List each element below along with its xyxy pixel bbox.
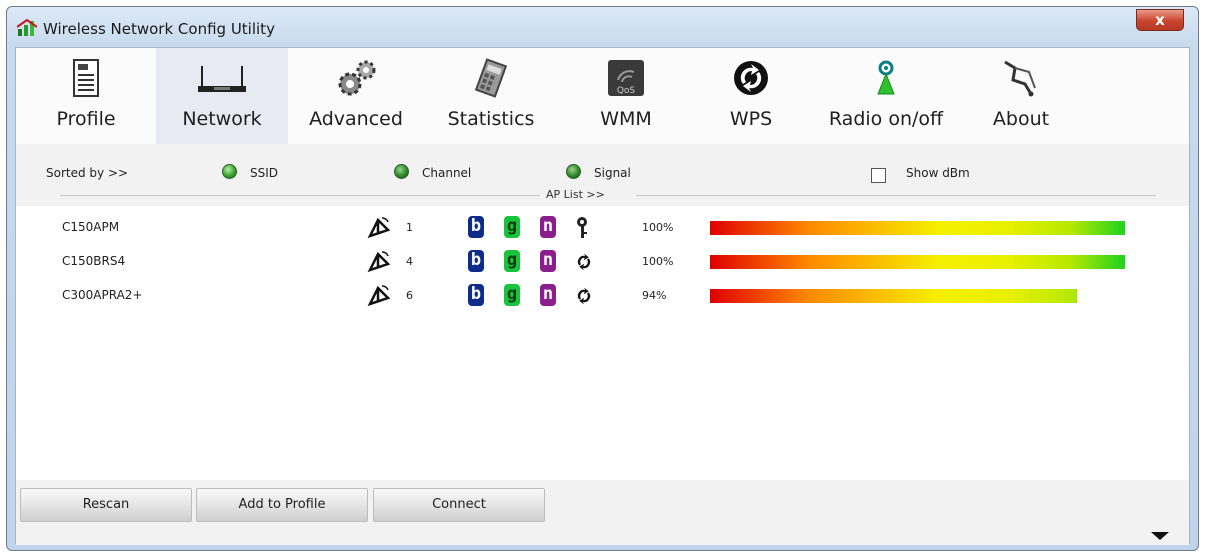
antenna-icon <box>367 251 391 272</box>
tab-statistics[interactable]: Statistics <box>426 48 556 144</box>
mode-g-badge: g <box>504 250 520 272</box>
ap-channel: 6 <box>406 289 413 302</box>
show-dbm-checkbox[interactable] <box>871 168 886 183</box>
add-to-profile-button[interactable]: Add to Profile <box>196 488 368 522</box>
sort-signal-radio[interactable] <box>566 164 581 179</box>
tab-wps[interactable]: WPS <box>696 48 806 144</box>
tab-label: Network <box>182 108 262 130</box>
rescan-button[interactable]: Rescan <box>20 488 192 522</box>
network-panel: Sorted by >> SSID Channel Signal Show dB… <box>16 144 1189 545</box>
chevron-down-icon[interactable] <box>1151 532 1169 540</box>
tab-label: Profile <box>56 108 116 130</box>
wps-icon <box>577 287 591 305</box>
antenna-icon <box>367 217 391 238</box>
tab-label: Advanced <box>309 108 403 130</box>
mode-b-badge: b <box>468 284 484 306</box>
ap-channel: 4 <box>406 255 413 268</box>
ap-signal-percent: 94% <box>642 289 667 302</box>
mode-g-badge: g <box>504 216 520 238</box>
mode-b-badge: b <box>468 250 484 272</box>
sort-channel-radio[interactable] <box>394 164 409 179</box>
tab-about[interactable]: About <box>966 48 1076 144</box>
tab-label: Radio on/off <box>828 108 944 130</box>
ap-list-header: AP List >> <box>546 188 605 201</box>
antenna-icon <box>367 285 391 306</box>
ap-row-c150brs4[interactable]: C150BRS4 4 b g n 100% <box>16 246 1189 276</box>
wireless-app-icon <box>17 19 37 36</box>
connect-button[interactable]: Connect <box>373 488 545 522</box>
mode-n-badge: n <box>540 284 556 306</box>
tab-label: WPS <box>729 108 773 130</box>
client-area: Profile Network Advanced Statistics QoS … <box>15 47 1190 545</box>
wps-icon <box>577 253 591 271</box>
button-bar: Rescan Add to Profile Connect <box>16 480 1189 545</box>
ap-ssid: C150APM <box>62 220 120 234</box>
divider <box>636 195 1156 196</box>
tab-profile[interactable]: Profile <box>26 48 146 144</box>
mode-g-badge: g <box>504 284 520 306</box>
sort-label: Sorted by >> <box>46 166 129 180</box>
sort-channel-label: Channel <box>422 166 472 180</box>
close-button[interactable]: x <box>1136 9 1184 31</box>
key-icon <box>577 217 587 238</box>
ap-ssid: C150BRS4 <box>62 254 126 268</box>
mode-n-badge: n <box>540 250 556 272</box>
radio-antenna-icon <box>877 60 895 95</box>
divider <box>60 195 540 196</box>
tab-advanced[interactable]: Advanced <box>296 48 416 144</box>
svg-text:QoS: QoS <box>617 86 636 96</box>
tab-radio-on-off[interactable]: Radio on/off <box>811 48 961 144</box>
window-title: Wireless Network Config Utility <box>43 20 275 38</box>
title-bar[interactable]: Wireless Network Config Utility x <box>7 7 1198 47</box>
sort-signal-label: Signal <box>594 166 631 180</box>
signal-strength-bar <box>710 289 1077 303</box>
gears-icon <box>338 60 376 96</box>
qos-icon: QoS <box>608 60 644 96</box>
ap-list[interactable]: C150APM 1 b g n 100% C150BRS4 4 b g n 10… <box>16 206 1189 480</box>
app-window: Wireless Network Config Utility x Profil… <box>6 6 1199 551</box>
statistics-icon <box>474 58 508 98</box>
mode-n-badge: n <box>540 216 556 238</box>
sort-ssid-radio[interactable] <box>222 164 237 179</box>
router-icon <box>198 66 246 92</box>
ap-ssid: C300APRA2+ <box>62 288 143 302</box>
ap-row-c300apra2[interactable]: C300APRA2+ 6 b g n 94% <box>16 280 1189 310</box>
signal-strength-bar <box>710 255 1125 269</box>
sort-bar: Sorted by >> SSID Channel Signal Show dB… <box>16 144 1189 204</box>
tab-wmm[interactable]: QoS WMM <box>566 48 686 144</box>
ap-signal-percent: 100% <box>642 255 674 268</box>
tab-label: Statistics <box>447 108 535 130</box>
sort-ssid-label: SSID <box>250 166 279 180</box>
ap-row-c150apm[interactable]: C150APM 1 b g n 100% <box>16 212 1189 242</box>
signal-strength-bar <box>710 221 1125 235</box>
tab-label: About <box>992 108 1050 130</box>
ap-channel: 1 <box>406 221 413 234</box>
about-icon <box>1004 60 1036 97</box>
profile-icon <box>73 59 99 97</box>
wps-icon <box>734 61 768 95</box>
main-toolbar: Profile Network Advanced Statistics QoS … <box>16 48 1189 145</box>
tab-network[interactable]: Network <box>156 48 288 144</box>
show-dbm-label: Show dBm <box>906 166 970 180</box>
mode-b-badge: b <box>468 216 484 238</box>
ap-signal-percent: 100% <box>642 221 674 234</box>
tab-label: WMM <box>600 108 652 130</box>
